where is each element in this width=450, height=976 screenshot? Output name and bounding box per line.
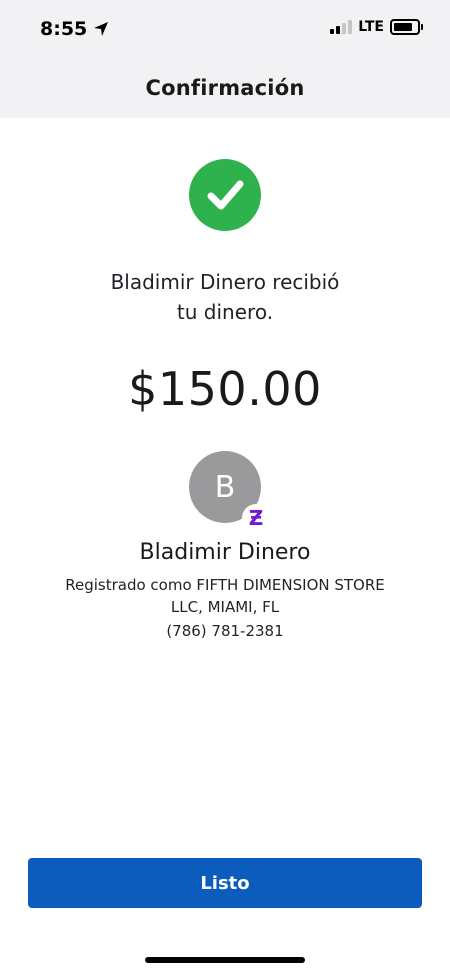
- time-label: 8:55: [40, 18, 88, 40]
- nav-bar: Confirmación: [0, 58, 450, 118]
- recipient-phone: (786) 781-2381: [166, 622, 284, 640]
- confirmation-message: Bladimir Dinero recibió tu dinero.: [0, 267, 450, 327]
- zelle-logo-icon: Ƶ: [242, 504, 270, 532]
- battery-icon: [390, 19, 423, 35]
- message-line-2: tu dinero.: [176, 300, 274, 324]
- cellular-signal-icon: [330, 20, 353, 34]
- status-bar: 8:55 LTE: [0, 0, 450, 58]
- done-button[interactable]: Listo: [28, 858, 422, 908]
- recipient-name: Bladimir Dinero: [139, 540, 311, 565]
- registered-line-1: Registrado como FIFTH DIMENSION STORE: [65, 576, 385, 594]
- page-title: Confirmación: [145, 76, 305, 100]
- status-time: 8:55: [40, 18, 109, 40]
- checkmark-circle-icon: [189, 159, 261, 231]
- home-indicator[interactable]: [145, 957, 305, 963]
- registered-as: Registrado como FIFTH DIMENSION STORE LL…: [40, 574, 410, 618]
- registered-line-2: LLC, MIAMI, FL: [170, 598, 280, 616]
- zelle-symbol: Ƶ: [248, 506, 264, 530]
- message-line-1: Bladimir Dinero recibió: [110, 270, 340, 294]
- amount-sent: $150.00: [128, 362, 322, 416]
- checkmark-icon: [207, 180, 244, 210]
- network-type-label: LTE: [358, 19, 384, 35]
- status-indicators: LTE: [330, 19, 423, 35]
- location-arrow-icon: [94, 22, 109, 36]
- avatar-initial: B: [214, 469, 236, 505]
